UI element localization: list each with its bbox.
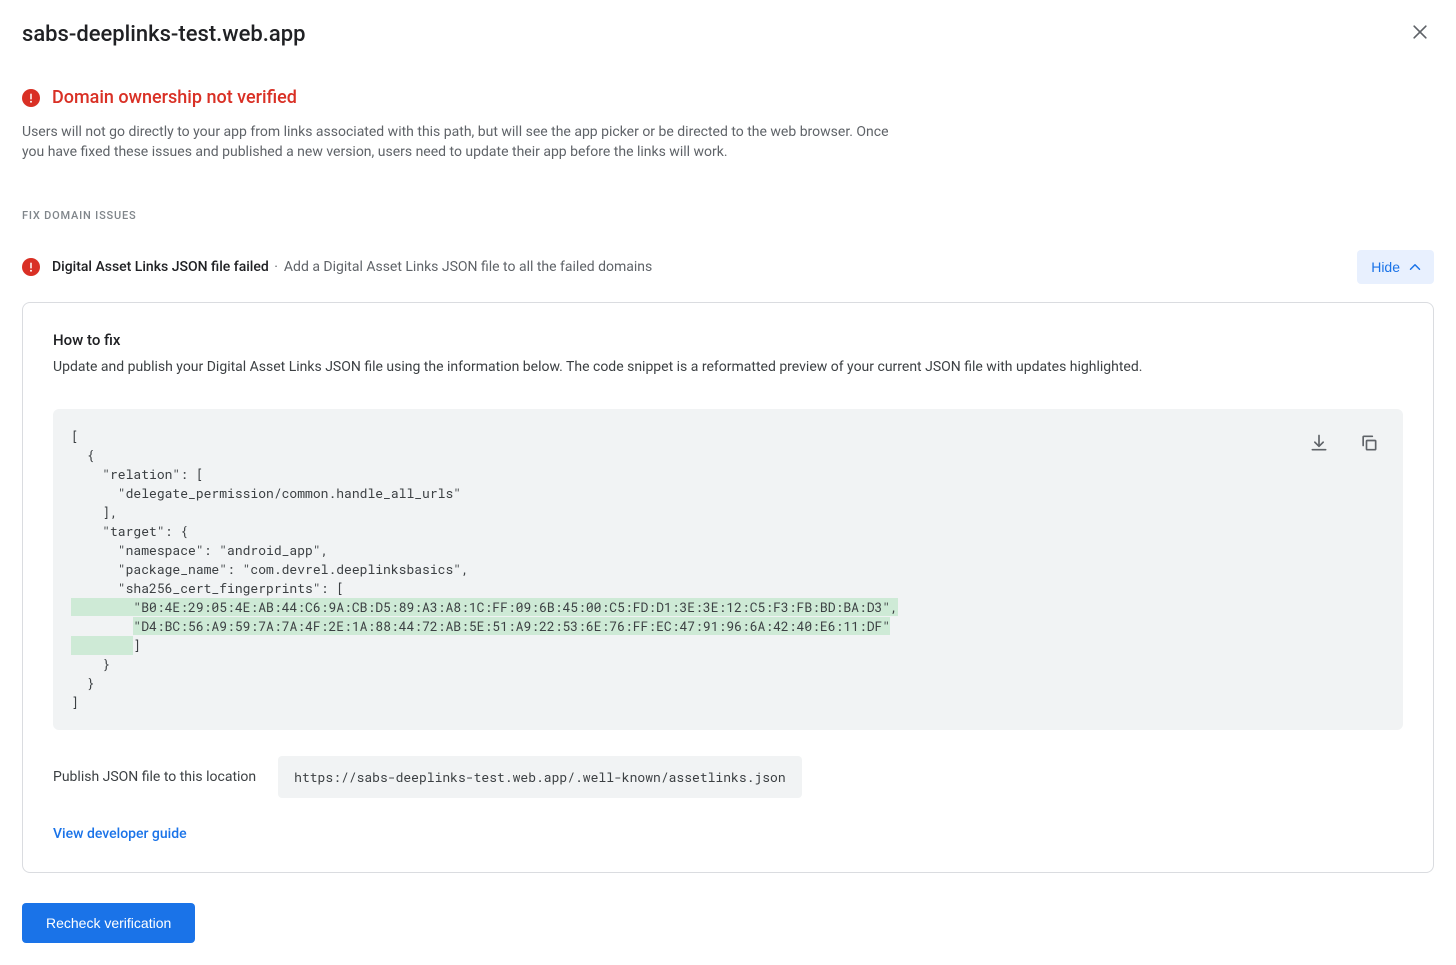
developer-guide-link[interactable]: View developer guide <box>53 826 187 842</box>
chevron-up-icon <box>1406 258 1424 276</box>
error-icon <box>22 89 40 107</box>
issue-subtitle: Add a Digital Asset Links JSON file to a… <box>284 259 652 275</box>
hide-button[interactable]: Hide <box>1357 250 1434 284</box>
publish-label: Publish JSON file to this location <box>53 769 256 785</box>
page-title: sabs-deeplinks-test.web.app <box>22 22 305 47</box>
how-to-fix-description: Update and publish your Digital Asset Li… <box>53 359 1403 375</box>
section-label: FIX DOMAIN ISSUES <box>22 209 1434 222</box>
error-icon <box>22 258 40 276</box>
how-to-fix-card: How to fix Update and publish your Digit… <box>22 302 1434 873</box>
issue-title: Digital Asset Links JSON file failed <box>52 259 269 275</box>
alert-description: Users will not go directly to your app f… <box>22 122 902 163</box>
close-icon[interactable] <box>1406 18 1434 46</box>
code-content: [ { "relation": [ "delegate_permission/c… <box>71 427 1385 712</box>
publish-location: https://sabs-deeplinks-test.web.app/.wel… <box>278 756 801 798</box>
alert-title: Domain ownership not verified <box>52 87 297 108</box>
issue-title-line: Digital Asset Links JSON file failed ·Ad… <box>52 259 652 275</box>
highlighted-line: "D4:BC:56:A9:59:7A:7A:4F:2E:1A:88:44:72:… <box>133 617 890 635</box>
code-snippet: [ { "relation": [ "delegate_permission/c… <box>53 409 1403 730</box>
how-to-fix-heading: How to fix <box>53 331 1403 349</box>
copy-icon[interactable] <box>1353 427 1385 459</box>
highlighted-line: "B0:4E:29:05:4E:AB:44:C6:9A:CB:D5:89:A3:… <box>71 598 898 616</box>
recheck-verification-button[interactable]: Recheck verification <box>22 903 195 943</box>
download-icon[interactable] <box>1303 427 1335 459</box>
hide-label: Hide <box>1371 259 1400 275</box>
highlighted-line <box>71 636 133 655</box>
